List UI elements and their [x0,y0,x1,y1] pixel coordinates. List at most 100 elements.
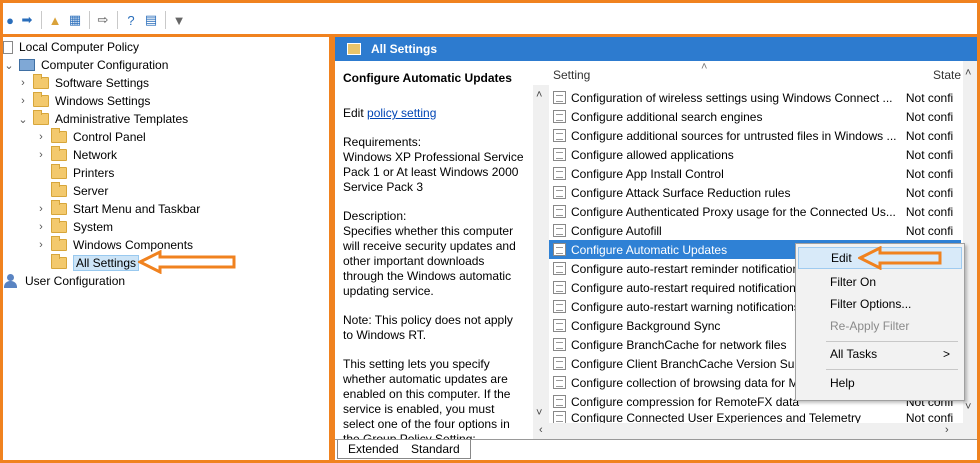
show-hide-tree-icon[interactable]: ▦ [67,12,83,28]
tree-item-system[interactable]: › System [35,218,113,236]
tree-item-windows-settings[interactable]: › Windows Settings [17,92,150,110]
edit-line: Edit policy setting [343,106,437,120]
requirements-text: Requirements: Windows XP Professional Se… [343,135,524,194]
toolbar: ● ➡ ▲ ▦ ⇨ ? ▤ ▼ [3,3,977,33]
policy-setting-icon [553,319,566,332]
computer-icon [19,59,35,71]
setting-row[interactable]: Configure Attack Surface Reduction rules… [549,183,961,202]
tree-item-printers[interactable]: Printers [35,164,114,182]
scroll-down-icon[interactable]: ˅ [965,401,971,413]
policy-setting-icon [553,129,566,142]
properties-icon[interactable]: ▤ [143,12,159,28]
tree-item-all-settings[interactable]: All Settings [35,254,140,272]
folder-icon [51,200,67,215]
policy-setting-icon [553,376,566,389]
scroll-up-icon[interactable]: ˄ [965,67,971,79]
up-folder-icon[interactable]: ▲ [47,12,63,28]
setting-row[interactable]: Configure Autofill Not confi [549,221,961,240]
setting-row[interactable]: Configure Authenticated Proxy usage for … [549,202,961,221]
note-text: Note: This policy does not apply to Wind… [343,313,513,342]
toolbar-divider [41,11,42,29]
tree-item-server[interactable]: Server [35,182,108,200]
tree-item-start-menu-and-taskbar[interactable]: › Start Menu and Taskbar [35,200,200,218]
edit-policy-setting-link[interactable]: policy setting [367,106,436,120]
chevron-right-icon[interactable]: › [35,239,47,251]
back-icon[interactable]: ● [5,12,15,28]
chevron-right-icon[interactable]: › [35,131,47,143]
folder-icon [51,164,67,179]
navigation-tree: Local Computer Policy ⌄ Computer Configu… [3,37,329,460]
chevron-right-icon[interactable]: › [17,95,29,107]
setting-title: Configure Automatic Updates [343,71,512,85]
folder-icon [33,74,49,89]
description-panel: Configure Automatic Updates Edit policy … [335,61,533,439]
description-text: Description: Specifies whether this comp… [343,209,516,298]
chevron-right-icon[interactable]: › [17,77,29,89]
tree-item-software-settings[interactable]: › Software Settings [17,74,149,92]
chevron-right-icon[interactable]: › [35,203,47,215]
chevron-down-icon[interactable]: ⌄ [17,113,29,126]
scroll-down-icon[interactable]: ˅ [536,407,542,419]
policy-setting-icon [553,262,566,275]
scroll-right-icon[interactable]: › [945,424,949,436]
export-list-icon[interactable]: ⇨ [95,12,111,28]
policy-setting-icon [553,338,566,351]
policy-document-icon [3,40,13,54]
folder-icon [51,128,67,143]
policy-setting-icon [553,205,566,218]
policy-setting-icon [553,110,566,123]
scroll-left-icon[interactable]: ‹ [539,424,543,436]
tree-item-user-configuration[interactable]: User Configuration [3,272,125,290]
forward-icon[interactable]: ➡ [19,12,35,28]
menu-item-reapply-filter: Re-Apply Filter [830,319,910,333]
detail-text: This setting lets you specify whether au… [343,357,511,439]
folder-icon [51,146,67,161]
toolbar-divider [89,11,90,29]
help-icon[interactable]: ? [123,12,139,28]
description-scrollbar[interactable]: ˄ ˅ [533,85,549,423]
menu-item-filter-on[interactable]: Filter On [798,271,962,293]
policy-setting-icon [553,148,566,161]
chevron-down-icon[interactable]: ⌄ [3,59,15,72]
policy-setting-icon [553,91,566,104]
user-icon [3,274,19,288]
folder-icon [33,92,49,107]
tree-item-control-panel[interactable]: › Control Panel [35,128,146,146]
tree-item-network[interactable]: › Network [35,146,117,164]
list-vertical-scrollbar[interactable]: ˄ ˅ [963,61,977,423]
policy-setting-icon [553,243,566,256]
folder-icon [51,236,67,251]
menu-item-all-tasks[interactable]: All Tasks > [798,343,962,365]
sort-ascending-icon: ˄ [701,61,708,73]
view-tabs: Extended Standard [335,439,977,460]
list-horizontal-scrollbar[interactable]: ‹ › [533,423,977,439]
folder-icon [347,43,361,55]
chevron-right-icon[interactable]: › [35,221,47,233]
pane-header: All Settings [335,37,977,61]
setting-row[interactable]: Configure App Install Control Not confi [549,164,961,183]
tree-item-administrative-templates[interactable]: ⌄ Administrative Templates [17,110,188,128]
scroll-up-icon[interactable]: ˄ [536,89,542,101]
filter-icon[interactable]: ▼ [171,12,187,28]
pane-title: All Settings [371,42,438,56]
all-settings-folder-icon [51,254,67,269]
column-header-setting[interactable]: Setting ˄ [553,61,893,85]
chevron-right-icon[interactable]: › [35,149,47,161]
setting-row[interactable]: Configure additional sources for untrust… [549,126,961,145]
setting-row[interactable]: Configure Connected User Experiences and… [549,411,961,423]
menu-separator [826,341,958,342]
tab-standard[interactable]: Standard [401,440,471,459]
menu-separator [826,369,958,370]
toolbar-divider [117,11,118,29]
setting-row[interactable]: Configure allowed applications Not confi [549,145,961,164]
setting-row[interactable]: Configuration of wireless settings using… [549,88,961,107]
menu-item-help[interactable]: Help [798,372,962,394]
menu-item-filter-options[interactable]: Filter Options... [798,293,962,315]
policy-setting-icon [553,357,566,370]
policy-setting-icon [553,186,566,199]
tab-extended[interactable]: Extended [337,440,410,459]
tree-item-computer-configuration[interactable]: ⌄ Computer Configuration [3,56,168,74]
policy-setting-icon [553,395,566,408]
tree-item-local-computer-policy[interactable]: Local Computer Policy [3,38,139,56]
setting-row[interactable]: Configure additional search engines Not c… [549,107,961,126]
